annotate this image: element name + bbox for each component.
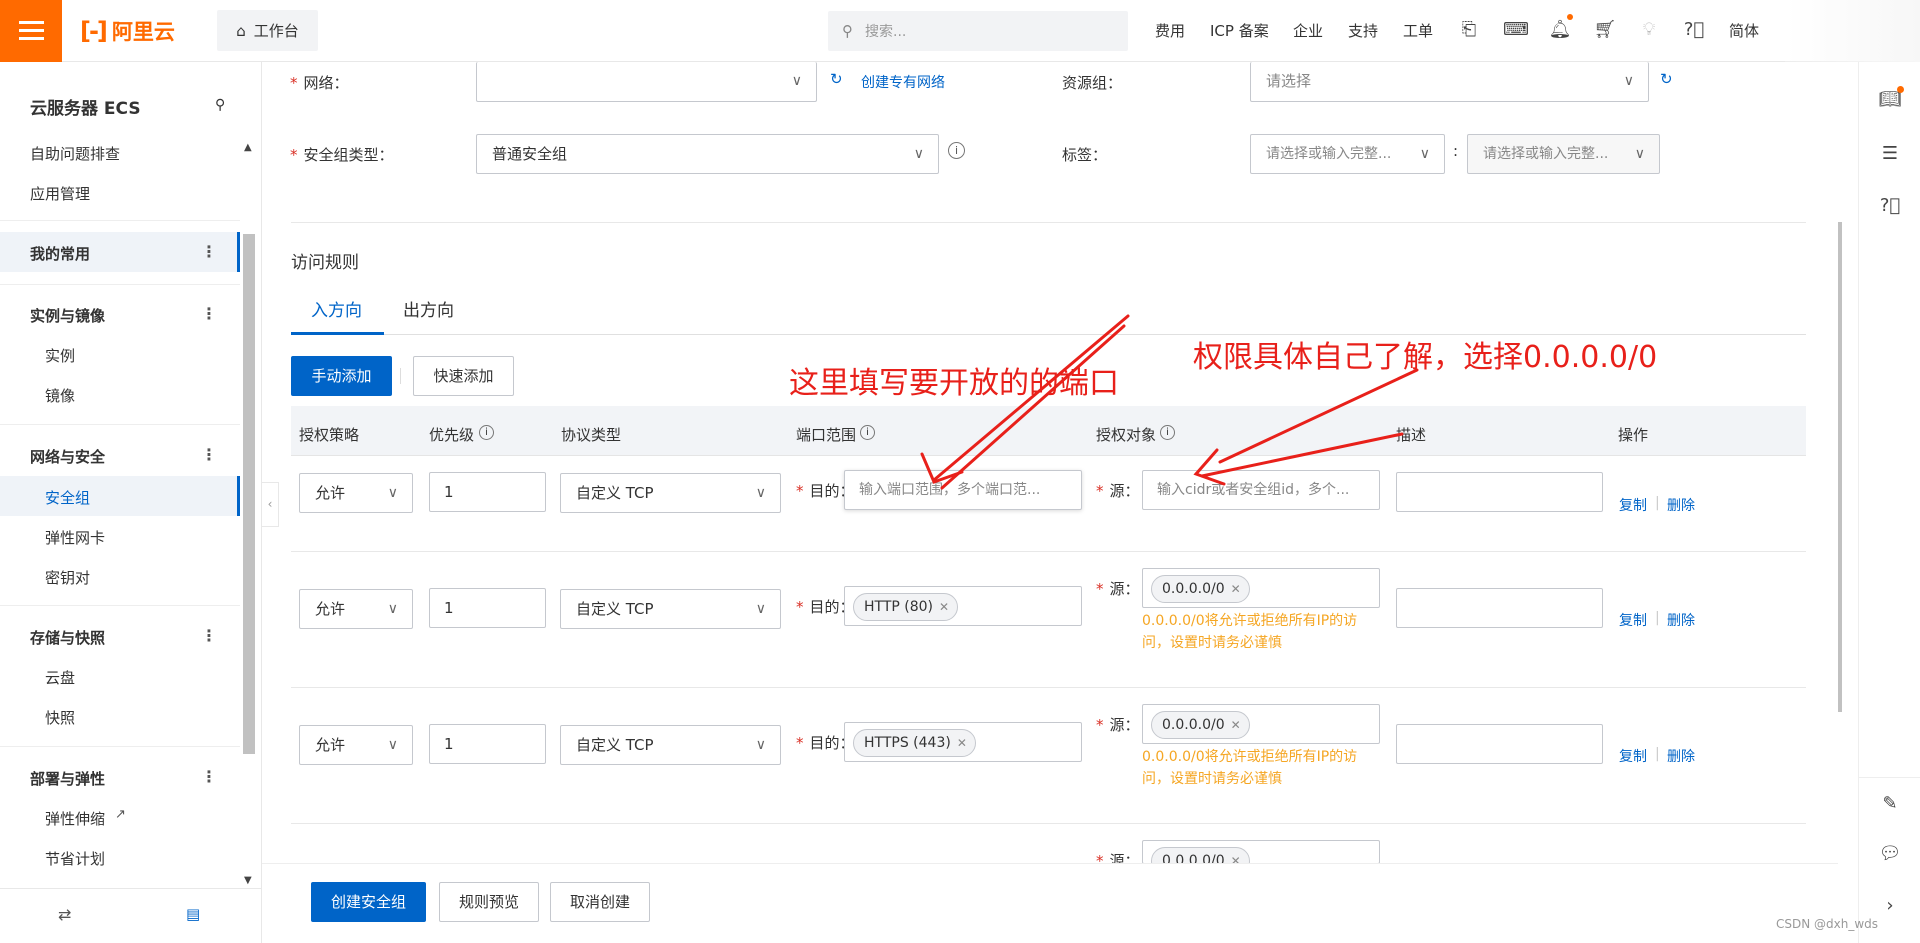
nav-icp[interactable]: ICP 备案 — [1210, 20, 1269, 41]
nav-ticket[interactable]: 工单 — [1403, 20, 1433, 41]
help-icon[interactable]: ?⃝ — [1682, 18, 1706, 42]
sidebar-item-security-group[interactable]: 安全组 — [45, 487, 90, 508]
sidebar-divider — [0, 284, 240, 285]
more-icon[interactable]: ⋮ — [201, 304, 217, 323]
annotation-arrows — [920, 314, 1419, 490]
sidebar-item-keypair[interactable]: 密钥对 — [45, 567, 90, 588]
sidebar-footer: ⇄ ▤ — [0, 888, 262, 943]
sidebar-group-instances[interactable]: 实例与镜像 — [30, 305, 105, 326]
terminal-icon[interactable]: ⌨ — [1503, 18, 1529, 42]
sidebar-divider — [0, 605, 240, 606]
more-icon[interactable]: ⋮ — [201, 445, 217, 464]
sidebar-group-network[interactable]: 网络与安全 — [30, 446, 105, 467]
sidebar-item-security-group-active — [0, 476, 240, 516]
divider — [1859, 777, 1920, 778]
switch-icon[interactable]: ⇄ — [58, 905, 71, 924]
sidebar-search-icon[interactable]: ⚲ — [215, 97, 225, 113]
arrow-line-port-1 — [932, 314, 1130, 482]
arrow-line-source-1 — [1218, 368, 1419, 464]
more-icon[interactable]: ⋮ — [201, 767, 217, 786]
logo-text: 阿里云 — [111, 20, 175, 44]
sidebar-group-storage[interactable]: 存储与快照 — [30, 627, 105, 648]
help-icon[interactable]: ?⃝ — [1878, 194, 1902, 218]
main-scroll-thumb[interactable] — [1838, 222, 1842, 712]
watermark: CSDN @dxh_wds — [1776, 917, 1879, 931]
sidebar-divider — [0, 220, 240, 221]
sidebar-item-autoscaling[interactable]: 弹性伸缩 — [45, 808, 105, 829]
sidebar-scroll-thumb[interactable] — [243, 234, 255, 754]
right-tool-panel: 📖︎ ☰ ?⃝ ✎ 💬︎ › — [1858, 62, 1920, 943]
search-placeholder: 搜索... — [865, 24, 907, 40]
sidebar-item-favorites[interactable]: 我的常用 — [30, 243, 90, 264]
top-navigation-bar: [-] 阿里云 ⌂ 工作台 ⚲ 搜索... 费用 ICP 备案 企业 支持 工单… — [0, 0, 1920, 62]
more-icon[interactable]: ⋮ — [201, 626, 217, 645]
nav-support[interactable]: 支持 — [1348, 20, 1378, 41]
sidebar-title: 云服务器 ECS — [30, 99, 141, 119]
global-search-input[interactable]: ⚲ 搜索... — [828, 11, 1128, 51]
sidebar-item-self-check[interactable]: 自助问题排查 — [30, 143, 120, 164]
search-icon: ⚲ — [842, 22, 853, 40]
notification-dot — [1567, 14, 1573, 20]
nav-fees[interactable]: 费用 — [1155, 20, 1185, 41]
list-icon[interactable]: ☰ — [1878, 142, 1902, 166]
message-icon[interactable]: ▤ — [186, 905, 200, 923]
workbench-button[interactable]: ⌂ 工作台 — [217, 10, 318, 51]
sidebar-item-eni[interactable]: 弹性网卡 — [45, 527, 105, 548]
chevron-right-icon[interactable]: › — [1878, 894, 1902, 918]
avatar-area[interactable] — [1785, 0, 1920, 62]
sidebar-item-snapshot[interactable]: 快照 — [45, 707, 75, 728]
notification-dot — [1897, 86, 1904, 93]
home-icon: ⌂ — [236, 21, 246, 40]
scroll-down-icon[interactable]: ▼ — [244, 875, 252, 886]
edit-icon[interactable]: ✎ — [1878, 792, 1902, 816]
arrow-head-port — [920, 452, 964, 484]
nav-enterprise[interactable]: 企业 — [1293, 20, 1323, 41]
main-content: * 网络： ∨ ↻ 创建专有网络 资源组： 请选择 ∨ ↻ * 安全组类型： 普通安… — [262, 62, 1842, 943]
sidebar-group-deploy[interactable]: 部署与弹性 — [30, 768, 105, 789]
lightbulb-icon[interactable]: 💡︎ — [1637, 18, 1661, 42]
cart-icon[interactable]: 🛒︎ — [1593, 18, 1617, 42]
bell-icon[interactable]: 🔔︎ — [1548, 18, 1572, 42]
sidebar-divider — [0, 424, 240, 425]
sidebar-item-instance[interactable]: 实例 — [45, 345, 75, 366]
aliyun-logo[interactable]: [-] 阿里云 — [80, 16, 175, 46]
external-link-icon: ↗ — [115, 807, 126, 822]
sidebar-item-disk[interactable]: 云盘 — [45, 667, 75, 688]
more-icon[interactable]: ⋮ — [201, 242, 217, 261]
workbench-label: 工作台 — [253, 22, 299, 40]
logo-mark-icon: [-] — [80, 17, 108, 45]
scroll-up-icon[interactable]: ▲ — [244, 142, 252, 153]
language-switch[interactable]: 简体 — [1729, 20, 1759, 41]
feedback-icon[interactable]: 💬︎ — [1878, 842, 1902, 866]
hamburger-menu-button[interactable] — [0, 0, 62, 62]
sidebar-item-app-mgmt[interactable]: 应用管理 — [30, 183, 90, 204]
arrow-head-source — [1193, 448, 1226, 486]
sidebar-item-savings[interactable]: 节省计划 — [45, 848, 105, 869]
sidebar-divider — [0, 746, 240, 747]
ap-icon[interactable]: ⎗ — [1457, 18, 1481, 42]
sidebar: 云服务器 ECS ⚲ 自助问题排查 应用管理 我的常用 ⋮ 实例与镜像 ⋮ 实例… — [0, 62, 262, 943]
arrow-line-port-2 — [940, 324, 1126, 490]
sidebar-item-image[interactable]: 镜像 — [45, 385, 75, 406]
